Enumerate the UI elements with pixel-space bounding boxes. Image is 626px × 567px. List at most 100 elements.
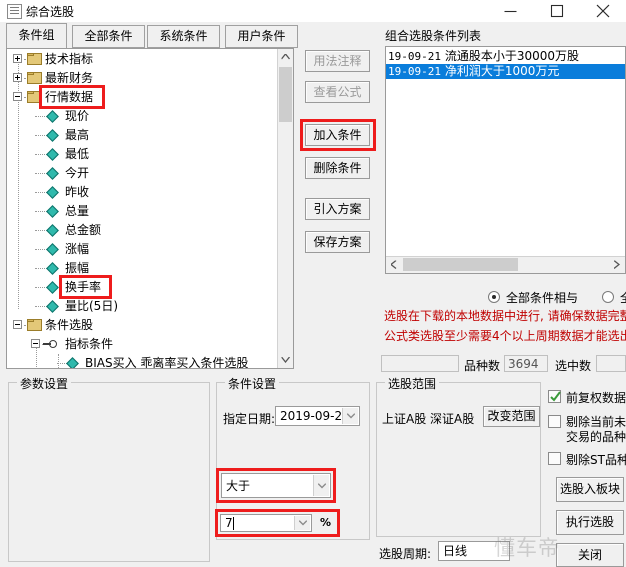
import-plan-button[interactable]: 引入方案 [305, 198, 370, 220]
list-scroll-thumb[interactable] [403, 258, 518, 271]
exclude-st-checkbox[interactable] [548, 452, 561, 465]
tree-node-label: 最高 [65, 126, 89, 145]
leaf-item-icon [46, 205, 59, 218]
tree-node-label: 振幅 [65, 259, 89, 278]
threshold-value: 7 [225, 515, 233, 532]
tab-condition-group[interactable]: 条件组 [6, 23, 67, 49]
tree-node-label: 最低 [65, 145, 89, 164]
date-label: 指定日期: [223, 410, 275, 427]
condition-settings-title: 条件设置 [225, 375, 279, 392]
tree-node-label: 昨收 [65, 183, 89, 202]
period-label: 选股周期: [379, 545, 431, 562]
tree-node-label: 涨幅 [65, 240, 89, 259]
tree-rail [58, 354, 59, 369]
tree-node-label: BIAS买入 乖离率买入条件选股 [85, 354, 248, 369]
add-to-block-button[interactable]: 选股入板块 [556, 477, 624, 502]
tree-expander-minus-icon[interactable] [13, 320, 22, 329]
folder-icon [27, 72, 42, 84]
tree-expander-minus-icon[interactable] [13, 92, 22, 101]
folder-icon [27, 91, 42, 103]
status-progress-field [381, 355, 459, 372]
threshold-unit: % [320, 516, 331, 529]
chevron-down-icon[interactable] [342, 408, 358, 424]
scroll-up-icon[interactable] [278, 49, 293, 65]
window-menu-icon[interactable] [7, 4, 22, 19]
selected-count-field [596, 355, 626, 372]
radio-all-and-label: 全部条件相与 [506, 289, 578, 306]
period-combo[interactable]: 日线 [438, 541, 510, 561]
tree-node-label: 条件选股 [45, 316, 93, 335]
comprehensive-stock-screener-window: 综合选股 条件组 全部条件 系统条件 用户条件 技术指标最新财务行情数据现价最高… [0, 0, 626, 565]
threshold-combo[interactable]: 7 [220, 514, 312, 532]
date-value: 2019-09-21 [280, 407, 350, 426]
total-count-value: 3694 [508, 357, 539, 371]
close-icon[interactable] [580, 0, 626, 22]
maximize-icon[interactable] [534, 0, 580, 22]
condition-list-header: 组合选股条件列表 [385, 27, 481, 44]
tab-all-conditions[interactable]: 全部条件 [72, 25, 145, 48]
selected-count-label: 选中数 [555, 357, 591, 374]
forward-adjust-checkbox[interactable] [548, 390, 561, 403]
list-item[interactable]: 19-09-21 净利润大于1000万元 [386, 64, 626, 79]
scroll-down-icon[interactable] [278, 352, 293, 368]
exclude-st-label: 剔除ST品种 [566, 451, 626, 468]
total-count-field: 3694 [504, 355, 548, 372]
tree-scroll-thumb[interactable] [279, 67, 292, 122]
tab-strip: 条件组 全部条件 系统条件 用户条件 [0, 22, 626, 48]
window-title: 综合选股 [26, 3, 74, 20]
tab-system-conditions[interactable]: 系统条件 [147, 25, 220, 48]
tree-node-label: 今开 [65, 164, 89, 183]
radio-all-or[interactable] [602, 291, 614, 303]
scope-title: 选股范围 [385, 375, 439, 392]
save-plan-button[interactable]: 保存方案 [305, 231, 370, 253]
tree-node-label: 总金额 [65, 221, 101, 240]
usage-note-button[interactable]: 用法注释 [305, 50, 370, 72]
list-item-date: 19-09-21 [388, 64, 441, 79]
parameter-settings-group: 参数设置 [8, 382, 210, 562]
leaf-item-icon [46, 224, 59, 237]
tree-expander-plus-icon[interactable] [13, 54, 22, 63]
scroll-right-icon[interactable] [609, 257, 625, 272]
condition-tree[interactable]: 技术指标最新财务行情数据现价最高最低今开昨收总量总金额涨幅振幅换手率量比(5日)… [6, 48, 294, 369]
tree-node-label: 量比(5日) [65, 297, 118, 316]
tree-vertical-scrollbar[interactable] [277, 49, 293, 368]
tree-node-label: 现价 [65, 107, 89, 126]
total-count-label: 品种数 [464, 357, 500, 374]
tree-node-label: 总量 [65, 202, 89, 221]
condition-list[interactable]: 19-09-21 流通股本小于30000万股 19-09-21 净利润大于100… [385, 46, 626, 274]
radio-all-and[interactable] [488, 291, 500, 303]
text-caret [233, 517, 234, 530]
change-scope-button[interactable]: 改变范围 [483, 406, 540, 427]
list-item-date: 19-09-21 [388, 49, 441, 64]
close-button[interactable]: 关闭 [556, 543, 624, 567]
list-horizontal-scrollbar[interactable] [386, 256, 625, 273]
add-condition-button[interactable]: 加入条件 [305, 124, 370, 146]
date-combo[interactable]: 2019-09-21 [275, 406, 360, 426]
run-screen-button[interactable]: 执行选股 [556, 510, 624, 535]
key-icon [43, 340, 57, 348]
view-formula-button[interactable]: 查看公式 [305, 81, 370, 103]
leaf-item-icon [46, 300, 59, 313]
parameter-settings-title: 参数设置 [17, 375, 71, 392]
list-item[interactable]: 19-09-21 流通股本小于30000万股 [386, 49, 626, 64]
leaf-item-icon [46, 167, 59, 180]
minimize-icon[interactable] [488, 0, 534, 22]
tab-user-conditions[interactable]: 用户条件 [225, 25, 298, 48]
leaf-item-icon [46, 281, 59, 294]
chevron-down-icon[interactable] [294, 516, 310, 530]
scroll-left-icon[interactable] [386, 257, 402, 272]
exclude-untraded-checkbox[interactable] [548, 415, 561, 428]
tree-expander-plus-icon[interactable] [13, 73, 22, 82]
delete-condition-button[interactable]: 删除条件 [305, 157, 370, 179]
title-bar: 综合选股 [0, 0, 626, 22]
chevron-down-icon[interactable] [313, 475, 329, 496]
leaf-item-icon [66, 357, 79, 369]
list-item-text: 流通股本小于30000万股 [445, 49, 579, 63]
operator-combo[interactable]: 大于 [221, 473, 331, 498]
exclude-untraded-label-line2: 交易的品种 [566, 428, 626, 445]
operator-value: 大于 [226, 474, 250, 498]
leaf-item-icon [46, 186, 59, 199]
tree-expander-minus-icon[interactable] [31, 339, 40, 348]
tree-node-label: 最新财务 [45, 69, 93, 88]
radio-all-or-label: 全部条件相或 [620, 289, 626, 306]
